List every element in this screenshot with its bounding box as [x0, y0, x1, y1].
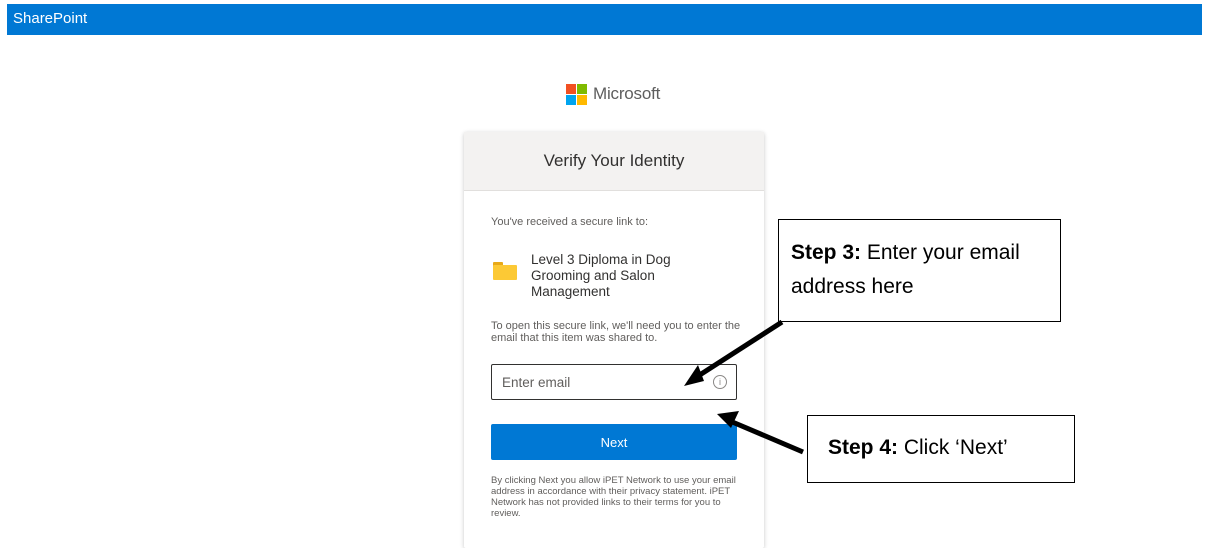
- step4-label: Step 4:: [828, 436, 899, 459]
- step4-text: Click ‘Next’: [898, 436, 1008, 459]
- email-input[interactable]: [492, 365, 722, 399]
- email-field-container: i: [491, 364, 737, 400]
- next-button[interactable]: Next: [491, 424, 737, 460]
- step3-callout: Step 3: Enter your email address here: [778, 219, 1061, 322]
- card-header: Verify Your Identity: [464, 132, 764, 191]
- instructions-text: To open this secure link, we'll need you…: [491, 320, 741, 344]
- card-title: Verify Your Identity: [543, 151, 685, 170]
- step3-label: Step 3:: [791, 241, 862, 264]
- app-title[interactable]: SharePoint: [13, 10, 87, 28]
- step4-callout: Step 4: Click ‘Next’: [807, 415, 1075, 483]
- microsoft-logo-icon: [566, 83, 587, 105]
- microsoft-logo: Microsoft: [566, 83, 660, 105]
- verify-card: Verify Your Identity You've received a s…: [464, 132, 764, 548]
- disclaimer-text: By clicking Next you allow iPET Network …: [491, 475, 736, 519]
- logo-text: Microsoft: [593, 84, 661, 103]
- shared-folder-name: Level 3 Diploma in Dog Grooming and Salo…: [531, 252, 671, 299]
- top-bar: SharePoint: [7, 4, 1202, 35]
- folder-icon: [493, 262, 517, 281]
- info-icon[interactable]: i: [713, 375, 727, 389]
- received-text: You've received a secure link to:: [491, 216, 649, 228]
